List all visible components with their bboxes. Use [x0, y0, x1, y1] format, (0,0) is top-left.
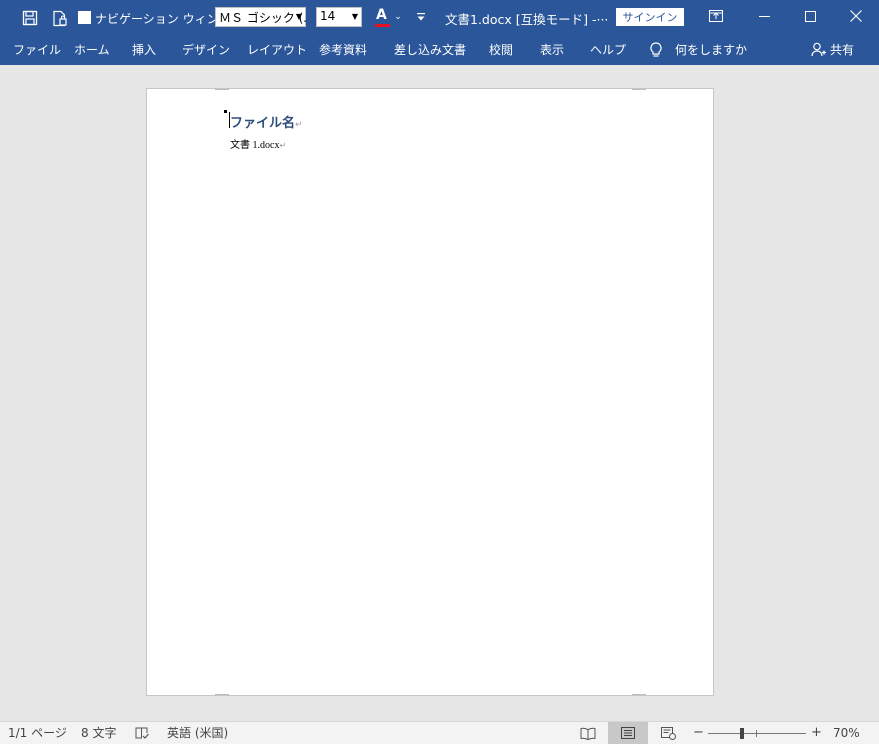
close-icon	[850, 10, 862, 22]
chevron-down-icon: ▼	[351, 12, 358, 21]
status-bar: 1/1 ページ 8 文字 英語 (米国) − + 70%	[0, 721, 879, 744]
tab-view[interactable]: 表示	[540, 35, 564, 65]
proofing-icon[interactable]	[135, 726, 149, 740]
tab-file[interactable]: ファイル	[13, 35, 61, 65]
tell-me-label: 何をしますか	[675, 43, 748, 57]
zoom-level[interactable]: 70%	[833, 722, 860, 744]
body-text: 文書 1.docx	[230, 140, 280, 151]
page-count[interactable]: 1/1 ページ	[8, 722, 67, 744]
minimize-icon	[758, 15, 770, 17]
paragraph-anchor-mark	[224, 110, 227, 113]
web-layout-icon	[660, 726, 676, 740]
document-canvas[interactable]: ファイル名↵ 文書 1.docx↵	[0, 65, 879, 721]
font-color-letter: A	[376, 7, 387, 23]
zoom-slider-track	[708, 733, 806, 734]
title-bar: ナビゲーション ウィンドウ ＭＳ ゴシック (. ▼ 14 ▼ A ⌄ 文書1.…	[0, 0, 879, 35]
tab-insert[interactable]: 挿入	[132, 35, 156, 65]
minimize-button[interactable]	[741, 0, 787, 32]
crop-mark	[215, 89, 229, 90]
font-size-value: 14	[320, 9, 336, 23]
close-button[interactable]	[833, 0, 879, 32]
tab-references[interactable]: 参考資料	[319, 35, 367, 65]
ribbon-display-icon	[709, 10, 723, 22]
font-color-dropdown-icon[interactable]: ⌄	[393, 10, 403, 24]
zoom-slider[interactable]	[708, 728, 806, 739]
crop-mark	[215, 694, 229, 695]
maximize-button[interactable]	[787, 0, 833, 32]
document-page[interactable]: ファイル名↵ 文書 1.docx↵	[146, 88, 714, 696]
person-add-icon	[811, 42, 826, 57]
font-color-button[interactable]: A	[374, 7, 392, 29]
zoom-out-button[interactable]: −	[693, 722, 704, 744]
font-name-value: ＭＳ ゴシック (.	[219, 11, 308, 25]
print-preview-icon[interactable]	[50, 8, 70, 28]
zoom-slider-thumb[interactable]	[740, 728, 744, 739]
heading-paragraph[interactable]: ファイル名↵	[230, 112, 303, 131]
book-icon	[580, 727, 596, 740]
share-label: 共有	[830, 43, 855, 57]
window-title: 文書1.docx [互換モード] -···	[445, 11, 609, 27]
customize-toolbar-icon[interactable]	[415, 9, 427, 25]
chevron-down-icon: ▼	[295, 12, 302, 21]
word-count[interactable]: 8 文字	[81, 722, 116, 744]
tab-mailings[interactable]: 差し込み文書	[394, 35, 466, 65]
font-color-bar	[375, 24, 390, 27]
paragraph-mark-icon: ↵	[279, 141, 287, 150]
crop-mark	[632, 89, 646, 90]
tab-help[interactable]: ヘルプ	[590, 35, 626, 65]
language-indicator[interactable]: 英語 (米国)	[167, 722, 228, 744]
paragraph-mark-icon: ↵	[295, 120, 303, 130]
zoom-in-button[interactable]: +	[811, 722, 822, 744]
lightbulb-icon	[650, 42, 662, 57]
tell-me-box[interactable]: 何をしますか	[645, 35, 755, 65]
read-mode-button[interactable]	[578, 722, 598, 744]
tab-design[interactable]: デザイン	[182, 35, 230, 65]
signin-button[interactable]: サインイン	[616, 8, 684, 26]
tab-home[interactable]: ホーム	[74, 35, 110, 65]
zoom-slider-center-tick	[756, 730, 757, 737]
crop-mark	[632, 694, 646, 695]
nav-pane-checkbox[interactable]	[78, 11, 91, 24]
heading-text: ファイル名	[230, 116, 296, 131]
font-name-dropdown[interactable]: ＭＳ ゴシック (. ▼	[215, 7, 308, 27]
share-button[interactable]: 共有	[808, 35, 868, 65]
maximize-icon	[804, 10, 816, 22]
body-paragraph[interactable]: 文書 1.docx↵	[230, 133, 286, 152]
tab-layout[interactable]: レイアウト	[247, 35, 307, 65]
ribbon-display-options-button[interactable]	[693, 0, 739, 32]
print-layout-button[interactable]	[608, 722, 648, 744]
web-layout-button[interactable]	[658, 722, 678, 744]
tab-review[interactable]: 校閲	[489, 35, 513, 65]
ribbon-tab-bar: ファイル ホーム 挿入 デザイン レイアウト 参考資料 差し込み文書 校閲 表示…	[0, 35, 879, 65]
font-size-dropdown[interactable]: 14 ▼	[316, 7, 362, 27]
print-layout-icon	[621, 727, 635, 739]
save-icon[interactable]	[20, 8, 40, 28]
